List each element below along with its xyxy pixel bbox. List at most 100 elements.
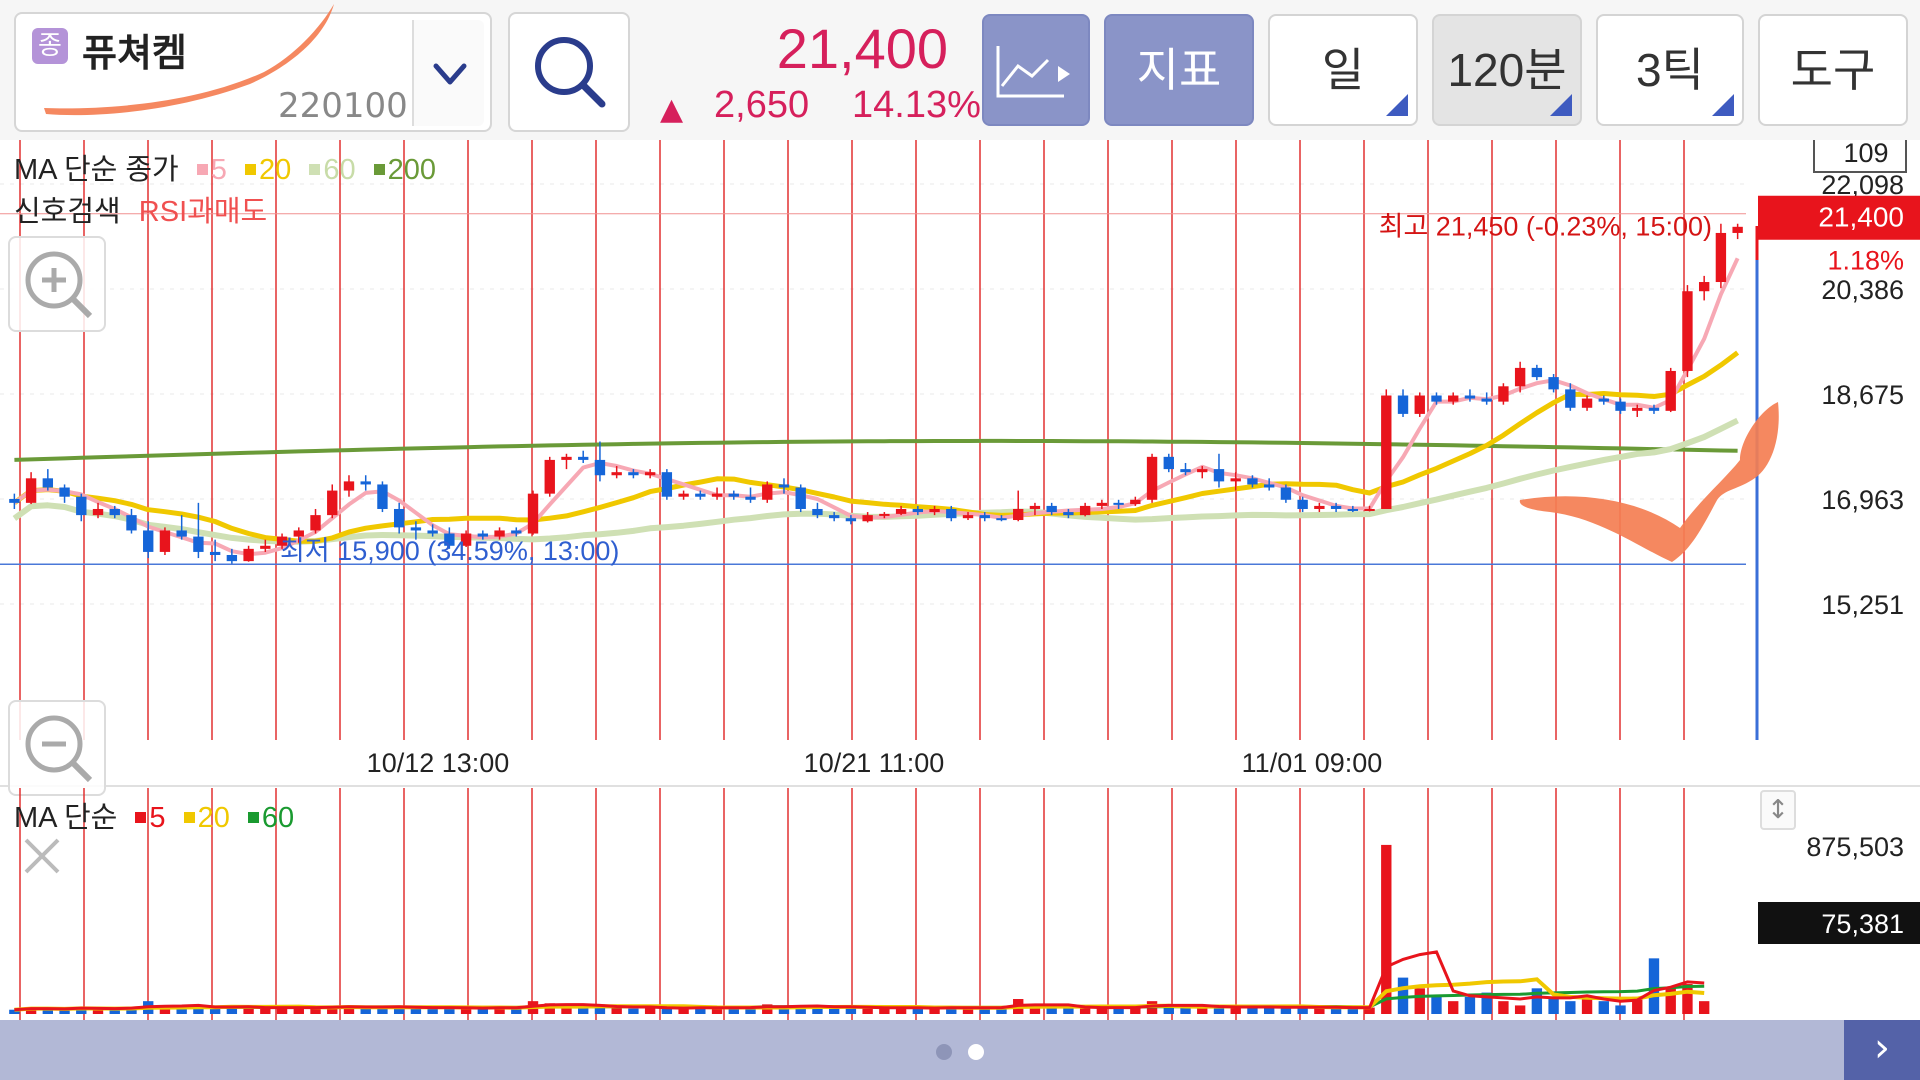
candle-body bbox=[695, 493, 706, 497]
candle-body bbox=[544, 459, 555, 494]
candle-body bbox=[845, 518, 857, 522]
candle-body bbox=[1330, 505, 1342, 509]
price-change-percent: 14.13% bbox=[852, 84, 981, 126]
candle-body bbox=[1648, 407, 1660, 411]
candle-body bbox=[762, 484, 773, 500]
vma60-label: 60 bbox=[261, 802, 295, 834]
volume-bar bbox=[1448, 1001, 1459, 1014]
page-dot[interactable] bbox=[936, 1044, 952, 1060]
candle-body bbox=[260, 545, 271, 549]
candle-body bbox=[410, 527, 422, 531]
price-chart-panel[interactable]: 최고 21,450 (-0.23%, 15:00) 최저 15,900 (34.5… bbox=[0, 125, 1920, 796]
candle-body bbox=[76, 496, 87, 516]
candle-body bbox=[1247, 478, 1258, 485]
ma60-swatch bbox=[309, 163, 321, 175]
candle-body bbox=[661, 472, 673, 497]
tick-button[interactable]: 3틱 bbox=[1596, 14, 1744, 126]
candle-body bbox=[343, 481, 355, 491]
page-dot-active[interactable] bbox=[968, 1044, 984, 1060]
candle-body bbox=[644, 472, 656, 476]
stock-dropdown-button[interactable] bbox=[412, 20, 484, 126]
volume-bar bbox=[427, 1008, 438, 1014]
candle-body bbox=[427, 530, 438, 534]
candle-body bbox=[176, 530, 187, 537]
candle-body bbox=[628, 472, 639, 476]
low-annotation: 최저 15,900 (34.59%, 13:00) bbox=[280, 536, 619, 566]
candle-body bbox=[9, 498, 20, 503]
search-button[interactable] bbox=[508, 12, 630, 132]
candle-body bbox=[1414, 395, 1425, 414]
close-icon[interactable] bbox=[14, 828, 70, 884]
candle-body bbox=[1180, 469, 1191, 473]
signal-legend: 신호검색 RSI과매도 bbox=[14, 188, 267, 230]
candle-body bbox=[1397, 395, 1409, 414]
candle-body bbox=[393, 508, 405, 528]
candle-body bbox=[1481, 398, 1492, 402]
candle-body bbox=[1096, 502, 1108, 506]
candle-body bbox=[1029, 505, 1041, 509]
candle-body bbox=[1665, 370, 1676, 411]
tools-button[interactable]: 도구 bbox=[1758, 14, 1908, 126]
candle-body bbox=[377, 484, 388, 509]
candle-body bbox=[527, 493, 539, 534]
stock-selector[interactable]: 종 퓨쳐켐 220100 bbox=[14, 4, 492, 132]
candle-body bbox=[1314, 505, 1325, 509]
candle-body bbox=[578, 456, 589, 460]
candle-body bbox=[59, 487, 70, 497]
period-day-button[interactable]: 일 bbox=[1268, 14, 1418, 126]
high-annotation: 최고 21,450 (-0.23%, 15:00) bbox=[1379, 212, 1712, 242]
candle-body bbox=[193, 536, 204, 552]
time-axis-label: 11/01 09:00 bbox=[1242, 748, 1383, 778]
candle-body bbox=[92, 508, 104, 516]
period-day-label: 일 bbox=[1321, 44, 1365, 96]
candle-body bbox=[1682, 291, 1693, 371]
ma5-swatch bbox=[196, 163, 208, 175]
ma-legend-title: MA 단순 종가 bbox=[14, 154, 179, 186]
candle-body bbox=[209, 551, 221, 555]
volume-bar bbox=[628, 1008, 639, 1014]
indicator-button[interactable]: 지표 bbox=[1104, 14, 1254, 126]
zoom-out-button[interactable] bbox=[8, 700, 106, 796]
price-axis-tick: 22,098 bbox=[1821, 170, 1904, 200]
up-arrow-icon: ▲ bbox=[660, 92, 684, 127]
price-chart[interactable]: 최고 21,450 (-0.23%, 15:00) 최저 15,900 (34.5… bbox=[0, 125, 1920, 788]
volume-bar bbox=[611, 1007, 622, 1014]
candle-body bbox=[795, 487, 806, 509]
candle-body bbox=[1598, 398, 1609, 402]
volume-bar bbox=[1414, 988, 1425, 1014]
candle-body bbox=[25, 478, 37, 503]
candle-body bbox=[1448, 395, 1459, 402]
price-change: 2,650 bbox=[714, 84, 810, 126]
candle-body bbox=[728, 493, 739, 497]
ma5-label: 5 bbox=[210, 154, 227, 186]
volume-bar bbox=[1615, 1005, 1626, 1014]
scribble-mark bbox=[44, 4, 334, 116]
candle-body bbox=[1548, 377, 1559, 390]
candle-body bbox=[1581, 398, 1593, 408]
vma60-swatch bbox=[247, 811, 259, 823]
chart-type-button[interactable] bbox=[982, 14, 1090, 126]
candle-body bbox=[1698, 282, 1710, 292]
candle-body bbox=[1632, 407, 1643, 411]
volume-bar bbox=[1548, 996, 1559, 1014]
volume-chart-panel[interactable]: 875,503 75,381 MA 단순 5 20 60 ↕ bbox=[0, 788, 1920, 1020]
candle-body bbox=[1498, 386, 1509, 402]
candle-body bbox=[678, 493, 689, 497]
volume-bar bbox=[1464, 996, 1476, 1014]
period-minute-button[interactable]: 120분 bbox=[1432, 14, 1582, 126]
resize-handle[interactable]: ↕ bbox=[1760, 790, 1796, 830]
candle-body bbox=[1531, 367, 1543, 378]
ma60-line bbox=[12, 417, 1739, 545]
price-axis-tick: 15,251 bbox=[1821, 590, 1904, 620]
bottom-pager-bar: › bbox=[0, 1020, 1920, 1080]
corner-indicator-icon bbox=[1386, 94, 1408, 116]
zoom-in-button[interactable] bbox=[8, 236, 106, 332]
candle-body bbox=[226, 554, 238, 562]
candle-body bbox=[1364, 508, 1375, 511]
candle-body bbox=[1381, 395, 1392, 509]
candle-body bbox=[1163, 456, 1174, 470]
volume-bar bbox=[1514, 1005, 1526, 1014]
volume-bar bbox=[1598, 1001, 1609, 1014]
next-page-button[interactable]: › bbox=[1844, 1020, 1920, 1080]
candle-body bbox=[745, 496, 756, 500]
